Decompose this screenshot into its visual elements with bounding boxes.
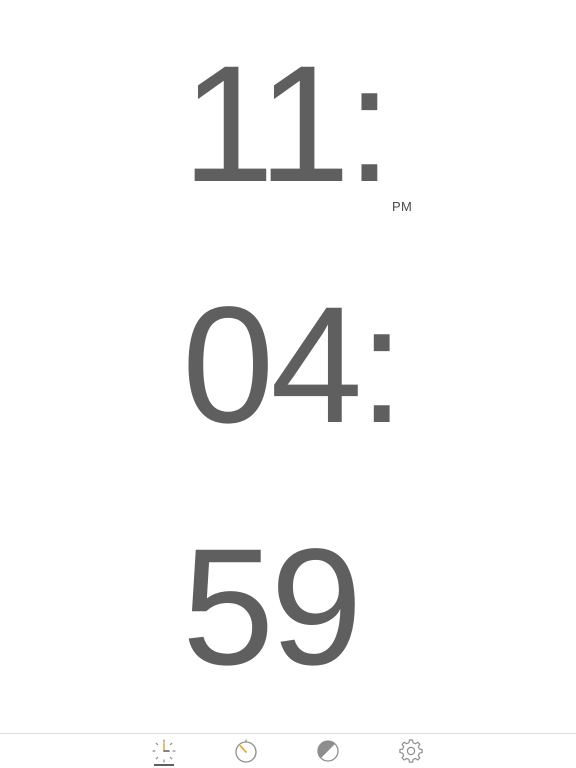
tab-timer[interactable] (226, 734, 266, 768)
tab-settings[interactable] (391, 734, 431, 768)
tab-bar (0, 733, 576, 768)
clock-display: 11: PM 04: 59 (0, 0, 576, 733)
minutes-value: 04: (182, 273, 405, 458)
active-tab-indicator (154, 764, 174, 766)
gear-icon (398, 738, 424, 764)
seconds-value: 59 (182, 515, 363, 700)
clock-icon (151, 738, 177, 764)
theme-icon (315, 738, 341, 764)
am-pm-indicator: PM (392, 199, 413, 214)
tab-clock[interactable] (144, 734, 184, 768)
tab-theme[interactable] (308, 734, 348, 768)
hours-value: 11: (182, 32, 392, 217)
timer-icon (233, 738, 259, 764)
